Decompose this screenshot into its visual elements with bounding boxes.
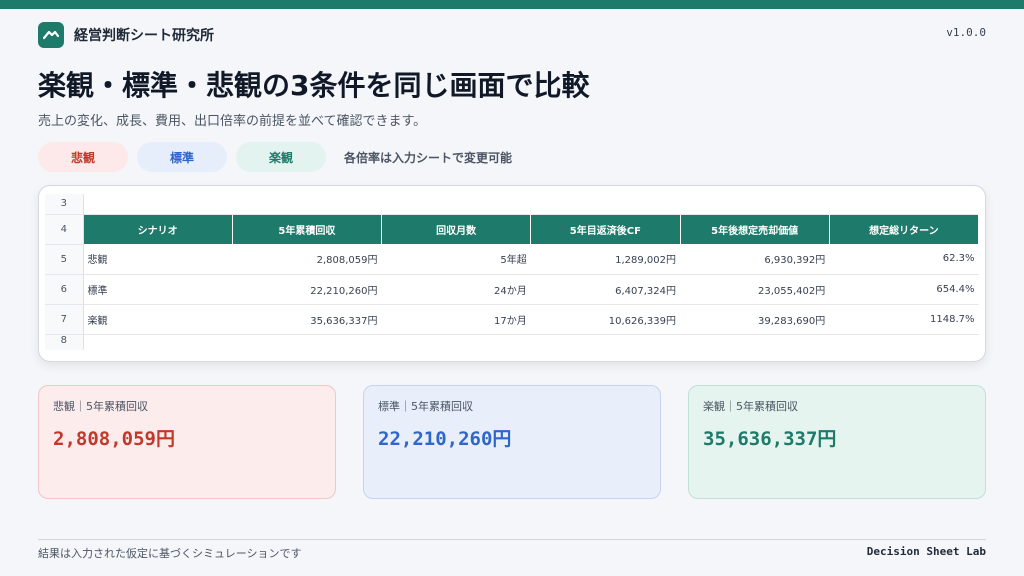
page-subtitle: 売上の変化、成長、費用、出口倍率の前提を並べて確認できます。 xyxy=(38,114,427,129)
top-accent-bar xyxy=(0,0,1024,9)
column-header[interactable]: シナリオ xyxy=(83,214,233,244)
summary-card-optimistic: 楽観｜5年累積回収 35,636,337円 xyxy=(688,385,986,499)
page-title: 楽観・標準・悲観の3条件を同じ画面で比較 xyxy=(38,69,590,102)
table-header-row: 4 シナリオ 5年累積回収 回収月数 5年目返済後CF 5年後想定売却価値 想定… xyxy=(45,214,980,245)
table-cell[interactable]: 654.4% xyxy=(829,274,979,305)
pills-note: 各倍率は入力シートで変更可能 xyxy=(344,150,513,165)
summary-cards: 悲観｜5年累積回収 2,808,059円 標準｜5年累積回収 22,210,26… xyxy=(38,385,986,499)
table-cell[interactable]: 5年超 xyxy=(381,244,531,275)
empty-cell[interactable] xyxy=(83,334,979,350)
card-label: 悲観｜5年累積回収 xyxy=(53,400,148,413)
footer-divider xyxy=(38,539,986,540)
table-cell[interactable]: 62.3% xyxy=(829,244,979,275)
card-value: 35,636,337円 xyxy=(703,428,837,450)
table-row: 7 楽観 35,636,337円 17か月 10,626,339円 39,283… xyxy=(45,304,979,335)
table-row: 6 標準 22,210,260円 24か月 6,407,324円 23,055,… xyxy=(45,274,979,305)
scenario-table: 3 4 シナリオ 5年累積回収 回収月数 5年目返済後CF 5年後想定売却価値 … xyxy=(45,194,980,350)
column-header[interactable]: 5年目返済後CF xyxy=(530,214,681,244)
table-cell[interactable]: 1,289,002円 xyxy=(530,244,680,275)
table-row: 5 悲観 2,808,059円 5年超 1,289,002円 6,930,392… xyxy=(45,244,979,275)
table-cell[interactable]: 6,930,392円 xyxy=(680,244,830,275)
brand-name: 経営判断シート研究所 xyxy=(74,28,214,44)
table-cell[interactable]: 標準 xyxy=(83,274,233,305)
version-label: v1.0.0 xyxy=(946,26,986,39)
column-header[interactable]: 5年累積回収 xyxy=(232,214,383,244)
scenario-pills: 悲観 標準 楽観 各倍率は入力シートで変更可能 xyxy=(38,142,512,172)
summary-card-standard: 標準｜5年累積回収 22,210,260円 xyxy=(363,385,661,499)
row-number[interactable]: 8 xyxy=(45,334,84,350)
footer-brand: Decision Sheet Lab xyxy=(866,545,986,558)
column-header[interactable]: 5年後想定売却価値 xyxy=(680,214,830,244)
row-number[interactable]: 5 xyxy=(45,244,84,275)
row-number[interactable]: 7 xyxy=(45,304,84,335)
pill-optimistic[interactable]: 楽観 xyxy=(236,142,326,172)
row-number[interactable]: 3 xyxy=(45,194,84,215)
footer-note: 結果は入力された仮定に基づくシミュレーションです xyxy=(38,547,302,560)
column-header[interactable]: 想定総リターン xyxy=(829,214,980,244)
brand: 経営判断シート研究所 xyxy=(38,22,214,48)
table-cell[interactable]: 35,636,337円 xyxy=(232,304,382,335)
table-row: 3 xyxy=(45,194,979,215)
card-label: 楽観｜5年累積回収 xyxy=(703,400,798,413)
table-cell[interactable]: 1148.7% xyxy=(829,304,979,335)
spreadsheet-panel: 3 4 シナリオ 5年累積回収 回収月数 5年目返済後CF 5年後想定売却価値 … xyxy=(38,185,986,362)
summary-card-pessimistic: 悲観｜5年累積回収 2,808,059円 xyxy=(38,385,336,499)
table-cell[interactable]: 楽観 xyxy=(83,304,233,335)
row-number[interactable]: 4 xyxy=(45,214,84,245)
empty-cell[interactable] xyxy=(83,194,979,215)
table-cell[interactable]: 17か月 xyxy=(381,304,531,335)
logo-icon xyxy=(38,22,64,48)
table-cell[interactable]: 22,210,260円 xyxy=(232,274,382,305)
pill-pessimistic[interactable]: 悲観 xyxy=(38,142,128,172)
table-cell[interactable]: 悲観 xyxy=(83,244,233,275)
column-header[interactable]: 回収月数 xyxy=(381,214,532,244)
table-cell[interactable]: 6,407,324円 xyxy=(530,274,680,305)
row-number[interactable]: 6 xyxy=(45,274,84,305)
table-cell[interactable]: 24か月 xyxy=(381,274,531,305)
card-value: 2,808,059円 xyxy=(53,428,175,450)
table-row: 8 xyxy=(45,334,979,350)
table-cell[interactable]: 39,283,690円 xyxy=(680,304,830,335)
table-cell[interactable]: 23,055,402円 xyxy=(680,274,830,305)
pill-standard[interactable]: 標準 xyxy=(137,142,227,172)
table-cell[interactable]: 10,626,339円 xyxy=(530,304,680,335)
table-cell[interactable]: 2,808,059円 xyxy=(232,244,382,275)
card-value: 22,210,260円 xyxy=(378,428,512,450)
card-label: 標準｜5年累積回収 xyxy=(378,400,473,413)
